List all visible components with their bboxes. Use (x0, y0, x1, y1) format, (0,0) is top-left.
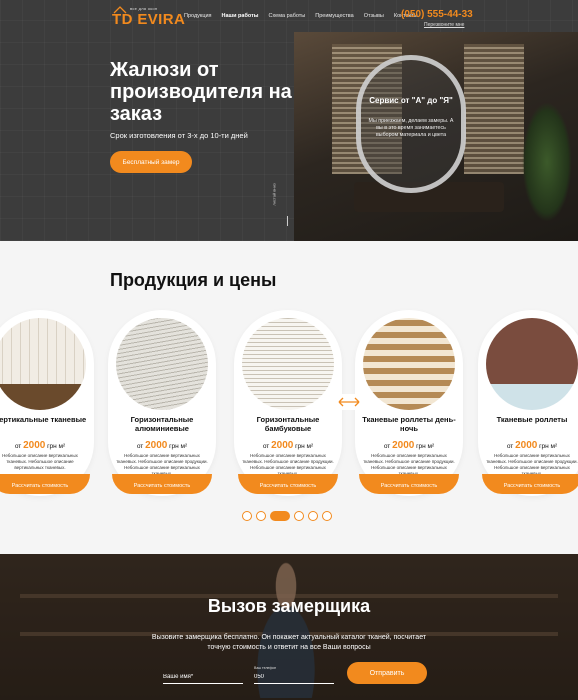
calculate-price-button[interactable]: Рассчитать стоимость (0, 474, 90, 494)
carousel-dot[interactable] (308, 511, 318, 521)
carousel-dot-active[interactable] (270, 511, 290, 521)
product-name: Тканевые роллеты день-ночь (362, 415, 456, 433)
measurer-title: Вызов замерщика (207, 596, 371, 616)
product-card[interactable]: Тканевые роллеты день-ночь от 2000 грн м… (355, 310, 463, 496)
product-price: от 2000 грн м² (383, 440, 435, 451)
nav-item-products[interactable]: Продукция (184, 13, 212, 19)
service-title: Сервис от "А" до "Я" (369, 96, 453, 105)
carousel-pagination (242, 511, 332, 521)
product-name: Горизонтальные алюминиевые (130, 415, 194, 433)
product-price: от 2000 грн м² (136, 440, 188, 451)
name-field (163, 666, 243, 684)
name-input[interactable] (163, 670, 243, 684)
calculate-price-button[interactable]: Рассчитать стоимость (482, 474, 578, 494)
nav-item-work-scheme[interactable]: Схема работы (268, 13, 305, 19)
service-description: Мы приезжаем, делаем замеры. А вы в это … (368, 118, 454, 138)
product-name: Вертикальные тканевые (0, 415, 87, 424)
carousel-dot[interactable] (322, 511, 332, 521)
scroll-down-indicator[interactable]: листай вниз (272, 172, 291, 226)
product-price: от 2000 грн м² (506, 440, 558, 451)
product-image (242, 318, 334, 410)
measurer-description: Вызовите замерщика бесплатно. Он покажет… (151, 634, 427, 651)
product-price: от 2000 грн м² (262, 440, 314, 451)
phone-link[interactable]: (050) 555-44-33 (401, 9, 473, 20)
main-nav: Продукция Наши работы Схема работы Преим… (184, 13, 418, 19)
product-description: Небольшое описание вертикальных тканевых… (2, 453, 78, 470)
product-card[interactable]: Горизонтальные алюминиевые от 2000 грн м… (108, 310, 216, 496)
free-measure-button[interactable]: Бесплатный замер (110, 151, 192, 173)
send-button[interactable]: Отправить (347, 662, 427, 684)
product-image (363, 318, 455, 410)
scroll-down-label: листай вниз (271, 183, 277, 206)
plant-image (522, 102, 572, 222)
calculate-price-button[interactable]: Рассчитать стоимость (112, 474, 212, 494)
product-name: Тканевые роллеты (496, 415, 568, 424)
callback-link[interactable]: Перезвоните мне (424, 22, 464, 28)
left-right-arrow-icon (338, 397, 360, 407)
carousel-dot[interactable] (242, 511, 252, 521)
product-card[interactable]: Горизонтальные бамбуковые от 2000 грн м²… (234, 310, 342, 496)
carousel-dot[interactable] (256, 511, 266, 521)
products-title: Продукция и цены (110, 270, 277, 290)
hero-subtitle: Срок изготовления от 3-х до 10-ти дней (110, 131, 248, 140)
product-name: Горизонтальные бамбуковые (256, 415, 320, 433)
nav-item-our-works[interactable]: Наши работы (222, 13, 259, 19)
carousel-drag-handle[interactable] (334, 394, 364, 410)
product-card[interactable]: Тканевые роллеты от 2000 грн м² Небольшо… (478, 310, 578, 496)
carousel-dot[interactable] (294, 511, 304, 521)
hero-title: Жалюзи от производителя на заказ (110, 59, 292, 125)
top-navigation-bar: все для окон TD EVIRA Продукция Наши раб… (0, 0, 578, 32)
scroll-line (287, 216, 288, 226)
logo-text: TD EVIRA (112, 11, 186, 28)
nav-item-reviews[interactable]: Отзывы (364, 13, 384, 19)
nav-item-advantages[interactable]: Преимущества (315, 13, 353, 19)
phone-input[interactable] (254, 670, 334, 684)
calculate-price-button[interactable]: Рассчитать стоимость (359, 474, 459, 494)
product-price: от 2000 грн м² (14, 440, 66, 451)
product-image (0, 318, 86, 410)
calculate-price-button[interactable]: Рассчитать стоимость (238, 474, 338, 494)
window-blinds-image (464, 44, 524, 174)
product-image (486, 318, 578, 410)
product-card[interactable]: Вертикальные тканевые от 2000 грн м² Неб… (0, 310, 94, 496)
product-image (116, 318, 208, 410)
phone-field: Ваш телефон (254, 666, 334, 684)
